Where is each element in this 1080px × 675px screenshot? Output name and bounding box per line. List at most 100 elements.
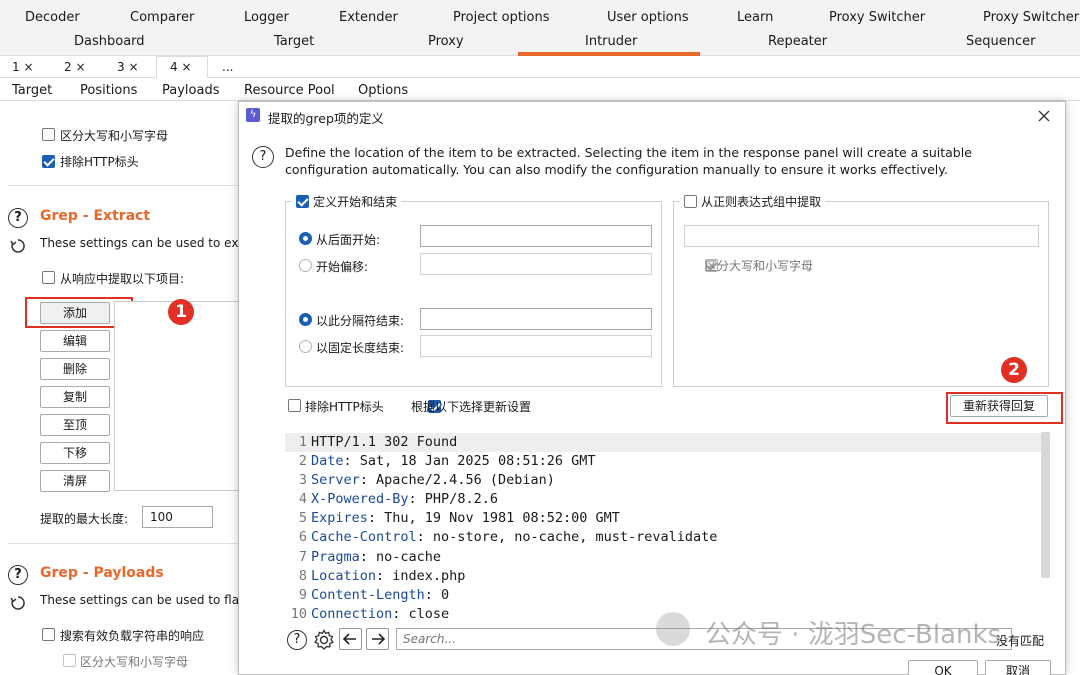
start-offset-input[interactable] (420, 253, 652, 275)
response-lines: 1 HTTP/1.1 302 Found 2 Date: Sat, 18 Jan 20… (285, 433, 718, 622)
start-offset-radio[interactable] (299, 259, 312, 272)
line-number: 3 (298, 472, 307, 489)
help-icon[interactable]: ? (8, 208, 28, 228)
response-editor[interactable]: 1 HTTP/1.1 302 Found 2 Date: Sat, 18 Jan 20… (285, 430, 1051, 622)
regex-group-legend: 从正则表达式组中提取 (680, 193, 826, 210)
tab-comparer[interactable]: Comparer (130, 10, 194, 25)
header-value: : Sat, 18 Jan 2025 08:51:26 GMT (343, 453, 596, 470)
move-top-button[interactable]: 至顶 (40, 414, 110, 436)
extract-items-list[interactable] (114, 301, 240, 491)
intruder-tab-2[interactable]: 2 × (64, 60, 86, 74)
tab-project-options[interactable]: Project options (453, 10, 550, 25)
intruder-tab-more[interactable]: ... (222, 60, 233, 74)
header-value: : Apache/2.4.56 (Debian) (359, 472, 555, 489)
start-after-input[interactable] (420, 225, 652, 247)
response-scrollbar[interactable] (1041, 432, 1050, 578)
settings-gear-icon[interactable] (312, 628, 336, 652)
annotation-marker-2: 2 (1001, 357, 1027, 383)
max-length-label: 提取的最大长度: (40, 512, 129, 526)
dialog-exclude-http-label: 排除HTTP标头 (305, 400, 384, 414)
define-start-end-label: 定义开始和结束 (313, 195, 398, 209)
header-value: : close (392, 605, 450, 622)
case-sensitive-label: 区分大写和小写字母 (60, 129, 169, 143)
refresh-icon-2[interactable] (9, 594, 27, 612)
start-after-radio[interactable] (299, 232, 312, 245)
tab-target[interactable]: Target (274, 34, 314, 49)
help-icon-2[interactable]: ? (8, 565, 28, 585)
tab-decoder[interactable]: Decoder (25, 10, 80, 25)
annotation-marker-1: 1 (168, 299, 194, 325)
tab-dashboard[interactable]: Dashboard (74, 34, 145, 49)
cancel-button[interactable]: 取消 (985, 660, 1051, 675)
exclude-http-checkbox[interactable] (42, 155, 55, 168)
header-key: Content-Length (311, 586, 425, 603)
clear-button[interactable]: 清屏 (40, 470, 110, 492)
intruder-tab-4[interactable]: 4 × (170, 60, 192, 74)
tab-proxy-switcher-2[interactable]: Proxy Switcher (983, 10, 1079, 25)
dialog-exclude-http-checkbox[interactable] (288, 399, 301, 412)
copy-button[interactable]: 复制 (40, 386, 110, 408)
response-line: 3 Server: Apache/2.4.56 (Debian) (285, 471, 717, 490)
tab-proxy[interactable]: Proxy (428, 34, 464, 49)
case-sensitive-2-checkbox[interactable] (63, 654, 76, 667)
header-key: Location (311, 567, 377, 584)
response-line: 7 Pragma: no-cache (285, 548, 717, 567)
subtab-options[interactable]: Options (358, 83, 408, 98)
next-button[interactable] (366, 628, 389, 650)
tab-extender[interactable]: Extender (339, 10, 398, 25)
dialog-title: 提取的grep项的定义 (268, 111, 384, 126)
extract-from-response-label: 从响应中提取以下项目: (60, 272, 185, 286)
response-line: 6 Cache-Control: no-store, no-cache, must… (285, 528, 718, 547)
prev-button[interactable] (339, 628, 362, 650)
end-fixed-radio[interactable] (299, 340, 312, 353)
editor-help-icon[interactable]: ? (287, 630, 307, 650)
subtab-resource-pool[interactable]: Resource Pool (244, 83, 335, 98)
line-number: 10 (290, 605, 307, 622)
regex-group-label: 从正则表达式组中提取 (701, 195, 822, 209)
tab-learn[interactable]: Learn (737, 10, 773, 25)
response-line: 2 Date: Sat, 18 Jan 2025 08:51:26 GMT (285, 452, 717, 471)
refresh-icon[interactable] (9, 237, 27, 255)
subtab-target[interactable]: Target (12, 83, 52, 98)
edit-button[interactable]: 编辑 (40, 330, 110, 352)
start-after-label: 从后面开始: (316, 233, 381, 247)
line-number: 2 (298, 453, 307, 470)
dialog-description: Define the location of the item to be ex… (285, 145, 972, 177)
header-key: Expires (311, 510, 368, 527)
regex-case-label: 区分大写和小写字母 (705, 259, 814, 273)
tab-logger[interactable]: Logger (244, 10, 289, 25)
intruder-tab-3[interactable]: 3 × (117, 60, 139, 74)
close-icon[interactable] (1038, 110, 1050, 122)
end-delimiter-input[interactable] (420, 308, 652, 330)
ok-button[interactable]: OK (908, 660, 978, 675)
tab-sequencer[interactable]: Sequencer (966, 34, 1035, 49)
grep-extract-desc: These settings can be used to extr (40, 236, 249, 250)
extract-from-response-checkbox[interactable] (42, 271, 55, 284)
case-sensitive-checkbox[interactable] (42, 128, 55, 141)
annotation-box-2 (946, 392, 1063, 424)
intruder-tab-1[interactable]: 1 × (12, 60, 34, 74)
end-delimiter-radio[interactable] (299, 313, 312, 326)
move-down-button[interactable]: 下移 (40, 442, 110, 464)
tab-user-options[interactable]: User options (607, 10, 689, 25)
header-value: : index.php (376, 567, 466, 584)
header-key: Cache-Control (311, 529, 417, 546)
top-tabs-row1: Decoder Comparer Logger Extender Project… (0, 5, 1080, 29)
watermark-text: 公众号 · 泷羽Sec-Blanks (705, 620, 1002, 650)
tab-intruder[interactable]: Intruder (585, 34, 637, 49)
tab-repeater[interactable]: Repeater (768, 34, 827, 49)
header-value: : PHP/8.2.6 (408, 491, 498, 508)
end-fixed-input[interactable] (420, 335, 652, 357)
end-fixed-label: 以固定长度结束: (316, 341, 405, 355)
subtab-positions[interactable]: Positions (80, 83, 137, 98)
header-value: : 0 (424, 586, 450, 603)
regex-group-checkbox[interactable] (684, 195, 697, 208)
regex-input[interactable] (684, 225, 1039, 247)
tab-proxy-switcher[interactable]: Proxy Switcher (829, 10, 925, 25)
dialog-help-icon[interactable]: ? (252, 146, 274, 168)
subtab-payloads[interactable]: Payloads (162, 83, 219, 98)
search-payload-checkbox[interactable] (42, 628, 55, 641)
define-start-end-checkbox[interactable] (296, 195, 309, 208)
delete-button[interactable]: 删除 (40, 358, 110, 380)
max-length-input[interactable]: 100 (142, 506, 213, 528)
